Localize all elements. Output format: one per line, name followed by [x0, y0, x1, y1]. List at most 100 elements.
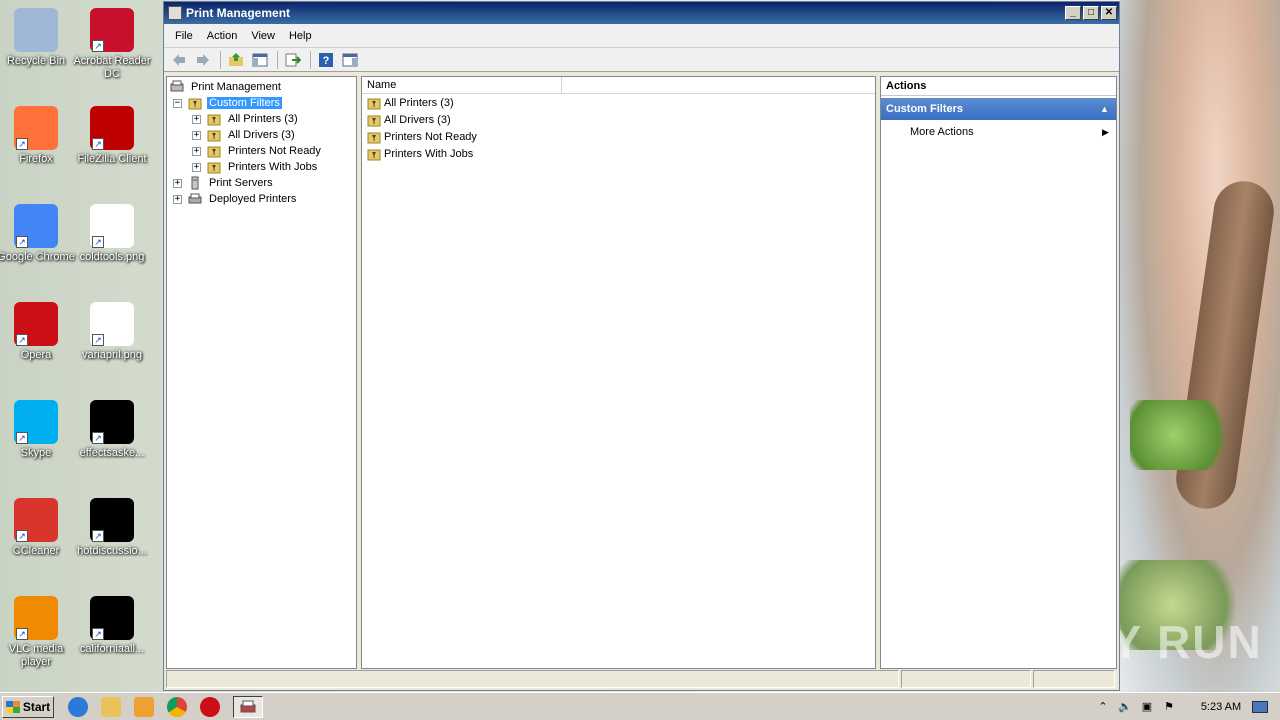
filter-folder-icon: [207, 146, 221, 158]
list-item-label: Printers Not Ready: [384, 130, 477, 143]
shortcut-arrow-icon: ↗: [16, 138, 28, 150]
desktop-icon[interactable]: ↗ Acrobat Reader DC: [72, 8, 152, 81]
up-one-level-button[interactable]: [225, 50, 247, 70]
tree-label: Printers With Jobs: [228, 161, 318, 173]
main-panes: Print Management − Custom Filters + All P…: [166, 76, 1117, 669]
media-player-icon[interactable]: [134, 696, 154, 717]
desktop-icon-label: coldtools.png: [79, 251, 145, 263]
desktop-icon[interactable]: ↗ VLC media player: [0, 596, 76, 669]
shortcut-icon: ↗: [14, 302, 58, 346]
list-item[interactable]: All Drivers (3): [362, 111, 875, 128]
title-bar[interactable]: Print Management _ □ ✕: [164, 2, 1119, 24]
start-button[interactable]: Start: [2, 695, 54, 718]
status-cell: [1033, 670, 1115, 688]
desktop-icon-label: effectsaske...: [79, 447, 145, 459]
desktop-icon[interactable]: ↗ hotdiscussio...: [72, 498, 152, 558]
expand-icon[interactable]: +: [192, 114, 201, 124]
tree-item-deployed-printers[interactable]: + Deployed Printers: [167, 191, 356, 207]
desktop-icon[interactable]: ↗ californiaall...: [72, 596, 152, 656]
tree-label: All Drivers (3): [228, 129, 295, 141]
expand-icon[interactable]: +: [173, 194, 182, 204]
minimize-button[interactable]: _: [1065, 6, 1081, 20]
tree-item-filter[interactable]: + All Drivers (3): [167, 127, 356, 143]
help-button[interactable]: ?: [315, 50, 337, 70]
tree-item-filter[interactable]: + All Printers (3): [167, 111, 356, 127]
print-management-window: Print Management _ □ ✕ File Action View …: [163, 1, 1120, 691]
console-tree: Print Management − Custom Filters + All P…: [166, 76, 357, 669]
list-item[interactable]: Printers Not Ready: [362, 128, 875, 145]
close-button[interactable]: ✕: [1101, 6, 1117, 20]
desktop-icon[interactable]: ↗ effectsaske...: [72, 400, 152, 460]
tree-label: All Printers (3): [228, 113, 298, 125]
desktop-icon[interactable]: ↗ coldtools.png: [72, 204, 152, 264]
list-item[interactable]: All Printers (3): [362, 94, 875, 111]
volume-icon[interactable]: 🔈: [1118, 700, 1132, 714]
server-icon: [191, 176, 199, 190]
export-list-button[interactable]: [282, 50, 304, 70]
svg-text:?: ?: [323, 55, 330, 67]
menu-action[interactable]: Action: [200, 30, 245, 42]
opera-icon[interactable]: [200, 696, 220, 717]
tree-item-print-servers[interactable]: + Print Servers: [167, 175, 356, 191]
expand-icon[interactable]: +: [173, 178, 182, 188]
shortcut-icon: ↗: [90, 400, 134, 444]
collapse-icon[interactable]: −: [173, 98, 182, 108]
menu-file[interactable]: File: [168, 30, 200, 42]
show-desktop-icon[interactable]: [1252, 701, 1268, 713]
network-icon[interactable]: ▣: [1140, 700, 1154, 714]
show-hidden-icons-icon[interactable]: ⌃: [1096, 700, 1110, 714]
tree-label: Deployed Printers: [209, 193, 297, 205]
list-header: Name: [362, 77, 875, 94]
menu-help[interactable]: Help: [282, 30, 319, 42]
tree-item-print-management[interactable]: Print Management: [167, 79, 356, 95]
desktop-icon[interactable]: ↗ variapril.png: [72, 302, 152, 362]
clock[interactable]: 5:23 AM: [1190, 701, 1252, 713]
desktop-icon[interactable]: Recycle Bin: [0, 8, 76, 68]
desktop-icon[interactable]: ↗ FileZilla Client: [72, 106, 152, 166]
internet-explorer-icon[interactable]: [68, 696, 88, 717]
shortcut-icon: ↗: [14, 400, 58, 444]
desktop-icon[interactable]: ↗ Opera: [0, 302, 76, 362]
desktop-icon[interactable]: ↗ CCleaner: [0, 498, 76, 558]
back-button[interactable]: [168, 50, 190, 70]
shortcut-arrow-icon: ↗: [92, 628, 104, 640]
taskbar-print-management[interactable]: [233, 695, 263, 718]
expand-icon[interactable]: +: [192, 130, 201, 140]
submenu-arrow-icon: ▶: [1102, 127, 1109, 137]
chrome-icon[interactable]: [167, 696, 187, 717]
desktop-icon-label: Acrobat Reader DC: [73, 55, 151, 80]
shortcut-arrow-icon: ↗: [16, 432, 28, 444]
desktop-icon-label: Recycle Bin: [6, 55, 66, 67]
more-actions-label: More Actions: [910, 126, 974, 138]
collapse-up-icon[interactable]: ▲: [1100, 98, 1116, 120]
tree-item-filter[interactable]: + Printers With Jobs: [167, 159, 356, 175]
shortcut-icon: ↗: [90, 204, 134, 248]
forward-button[interactable]: [192, 50, 214, 70]
desktop-icon[interactable]: ↗ Google Chrome: [0, 204, 76, 264]
more-actions-item[interactable]: More Actions ▶: [881, 122, 1116, 142]
status-cell: [901, 670, 1031, 688]
window-title: Print Management: [186, 6, 291, 20]
menu-view[interactable]: View: [244, 30, 282, 42]
action-center-flag-icon[interactable]: ⚑: [1162, 700, 1176, 714]
tree-item-filter[interactable]: + Printers Not Ready: [167, 143, 356, 159]
desktop-icon-label: variapril.png: [82, 349, 142, 361]
list-item[interactable]: Printers With Jobs: [362, 145, 875, 162]
shortcut-icon: ↗: [14, 498, 58, 542]
desktop-icon[interactable]: ↗ Firefox: [0, 106, 76, 166]
export-list-icon: [285, 53, 301, 66]
desktop-icon[interactable]: ↗ Skype: [0, 400, 76, 460]
shortcut-icon: ↗: [14, 204, 58, 248]
filter-folder-icon: [188, 98, 202, 110]
column-header-name[interactable]: Name: [362, 77, 562, 93]
filter-folder-icon: [367, 149, 381, 160]
maximize-button[interactable]: □: [1083, 6, 1099, 20]
actions-section-custom-filters[interactable]: Custom Filters ▲: [881, 98, 1116, 120]
file-explorer-icon[interactable]: [101, 696, 121, 717]
show-hide-action-pane-button[interactable]: [339, 50, 361, 70]
expand-icon[interactable]: +: [192, 146, 201, 156]
folder-up-icon: [229, 52, 243, 66]
expand-icon[interactable]: +: [192, 162, 201, 172]
show-hide-console-tree-button[interactable]: [249, 50, 271, 70]
tree-item-custom-filters[interactable]: − Custom Filters: [167, 95, 356, 111]
